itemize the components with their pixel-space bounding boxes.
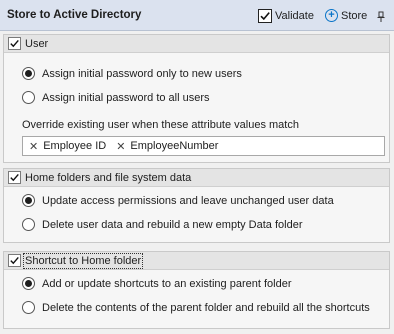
radio-rebuild-shortcuts[interactable]: Delete the contents of the parent folder… [22,301,370,314]
validate-button[interactable]: Validate [258,7,314,24]
radio-add-update-shortcuts[interactable]: Add or update shortcuts to an existing p… [22,277,292,290]
user-section-checkbox[interactable] [8,37,21,50]
validate-label: Validate [275,9,314,22]
section-title: Home folders and file system data [25,172,192,184]
radio-label: Update access permissions and leave unch… [42,194,334,207]
check-icon [10,39,19,48]
store-button[interactable]: + Store [325,7,367,24]
shortcut-section: Shortcut to Home folder Add or update sh… [3,251,390,329]
radio-all-users[interactable]: Assign initial password to all users [22,91,210,104]
home-folders-checkbox[interactable] [8,171,21,184]
radio-delete-user-data[interactable]: Delete user data and rebuild a new empty… [22,218,303,231]
radio-unselected [22,91,35,104]
pin-button[interactable] [376,8,386,25]
check-icon [10,256,19,265]
checkbox-check-icon [258,8,272,23]
section-header: Shortcut to Home folder [4,252,389,270]
store-label: Store [341,9,368,22]
radio-selected [22,277,35,290]
pin-icon [377,11,385,22]
section-header: Home folders and file system data [4,169,389,187]
attribute-tag-input[interactable]: ✕ Employee ID ✕ EmployeeNumber [22,136,385,156]
radio-unselected [22,301,35,314]
attribute-tag[interactable]: ✕ EmployeeNumber [116,140,218,153]
radio-label: Delete user data and rebuild a new empty… [42,218,303,231]
radio-selected [22,67,35,80]
radio-label: Assign initial password to all users [42,91,210,104]
override-label: Override existing user when these attrib… [22,119,299,131]
shortcut-checkbox[interactable] [8,254,21,267]
panel-header: Store to Active Directory Validate + Sto… [0,0,394,31]
check-icon [10,173,19,182]
radio-update-permissions[interactable]: Update access permissions and leave unch… [22,194,334,207]
add-circle-icon: + [325,9,338,22]
tag-label: EmployeeNumber [130,140,219,152]
section-title: Shortcut to Home folder [22,253,144,269]
remove-tag-icon[interactable]: ✕ [29,140,38,153]
section-title: User [25,38,49,50]
attribute-tag[interactable]: ✕ Employee ID [29,140,106,153]
panel-title: Store to Active Directory [7,9,142,21]
radio-new-users-only[interactable]: Assign initial password only to new user… [22,67,242,80]
radio-unselected [22,218,35,231]
radio-selected [22,194,35,207]
tag-label: Employee ID [43,140,107,152]
user-section: User Assign initial password only to new… [3,34,390,163]
section-header: User [4,35,389,53]
remove-tag-icon[interactable]: ✕ [116,140,125,153]
radio-label: Delete the contents of the parent folder… [42,301,370,314]
radio-label: Assign initial password only to new user… [42,67,242,80]
home-folders-section: Home folders and file system data Update… [3,168,390,243]
radio-label: Add or update shortcuts to an existing p… [42,277,292,290]
